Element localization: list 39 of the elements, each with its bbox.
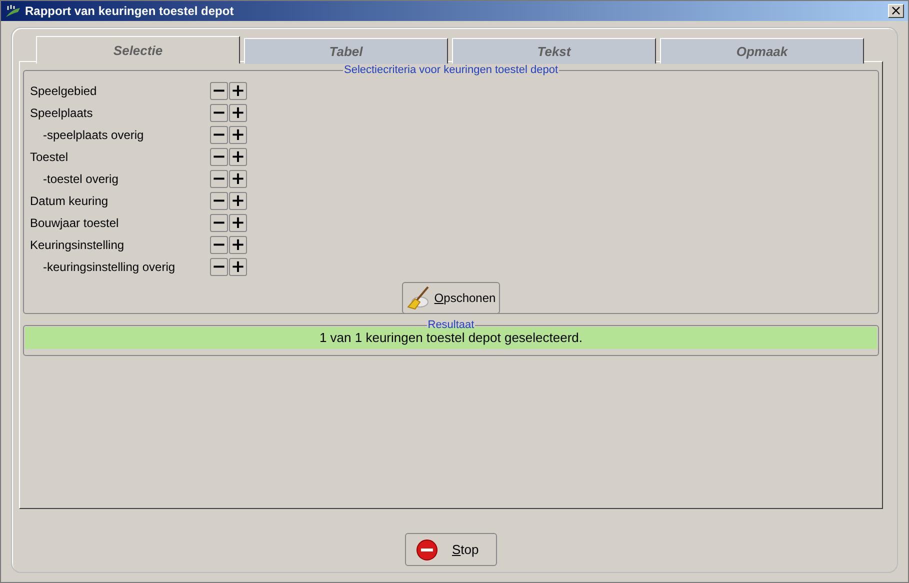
app-icon bbox=[5, 4, 21, 18]
result-message: 1 van 1 keuringen toestel depot geselecteerd. bbox=[25, 327, 877, 349]
stop-sign-icon bbox=[416, 538, 438, 560]
criterion-label: Bouwjaar toestel bbox=[30, 216, 120, 230]
tab[interactable]: Opmaak bbox=[660, 38, 864, 64]
clear-button[interactable]: Opschonen bbox=[402, 282, 500, 314]
criterion-label: -toestel overig bbox=[42, 172, 120, 186]
tab[interactable]: Selectie bbox=[36, 36, 240, 64]
stop-button[interactable]: Stop bbox=[405, 533, 497, 566]
add-button[interactable]: + bbox=[229, 236, 247, 254]
remove-button[interactable]: − bbox=[210, 126, 228, 144]
tab[interactable]: Tabel bbox=[244, 38, 448, 64]
add-button[interactable]: + bbox=[229, 170, 247, 188]
tab[interactable]: Tekst bbox=[452, 38, 656, 64]
window-title: Rapport van keuringen toestel depot bbox=[25, 4, 235, 18]
remove-button[interactable]: − bbox=[210, 214, 228, 232]
add-button[interactable]: + bbox=[229, 214, 247, 232]
close-button[interactable]: × bbox=[888, 4, 904, 18]
criterion-label: Datum keuring bbox=[30, 194, 110, 208]
remove-button[interactable]: − bbox=[210, 170, 228, 188]
criterion-label: Speelgebied bbox=[30, 84, 98, 98]
criterion-label: Speelplaats bbox=[30, 106, 94, 120]
remove-button[interactable]: − bbox=[210, 104, 228, 122]
add-button[interactable]: + bbox=[229, 104, 247, 122]
remove-button[interactable]: − bbox=[210, 236, 228, 254]
criterion-label: Toestel bbox=[30, 150, 70, 164]
criterion-label: -speelplaats overig bbox=[42, 128, 145, 142]
remove-button[interactable]: − bbox=[210, 192, 228, 210]
remove-button[interactable]: − bbox=[210, 82, 228, 100]
add-button[interactable]: + bbox=[229, 192, 247, 210]
criterion-label: Keuringsinstelling bbox=[30, 238, 126, 252]
remove-button[interactable]: − bbox=[210, 258, 228, 276]
remove-button[interactable]: − bbox=[210, 148, 228, 166]
add-button[interactable]: + bbox=[229, 126, 247, 144]
criterion-label: -keuringsinstelling overig bbox=[42, 260, 176, 274]
add-button[interactable]: + bbox=[229, 82, 247, 100]
add-button[interactable]: + bbox=[229, 258, 247, 276]
criteria-legend: Selectiecriteria voor keuringen toestel depot bbox=[342, 64, 559, 76]
add-button[interactable]: + bbox=[229, 148, 247, 166]
